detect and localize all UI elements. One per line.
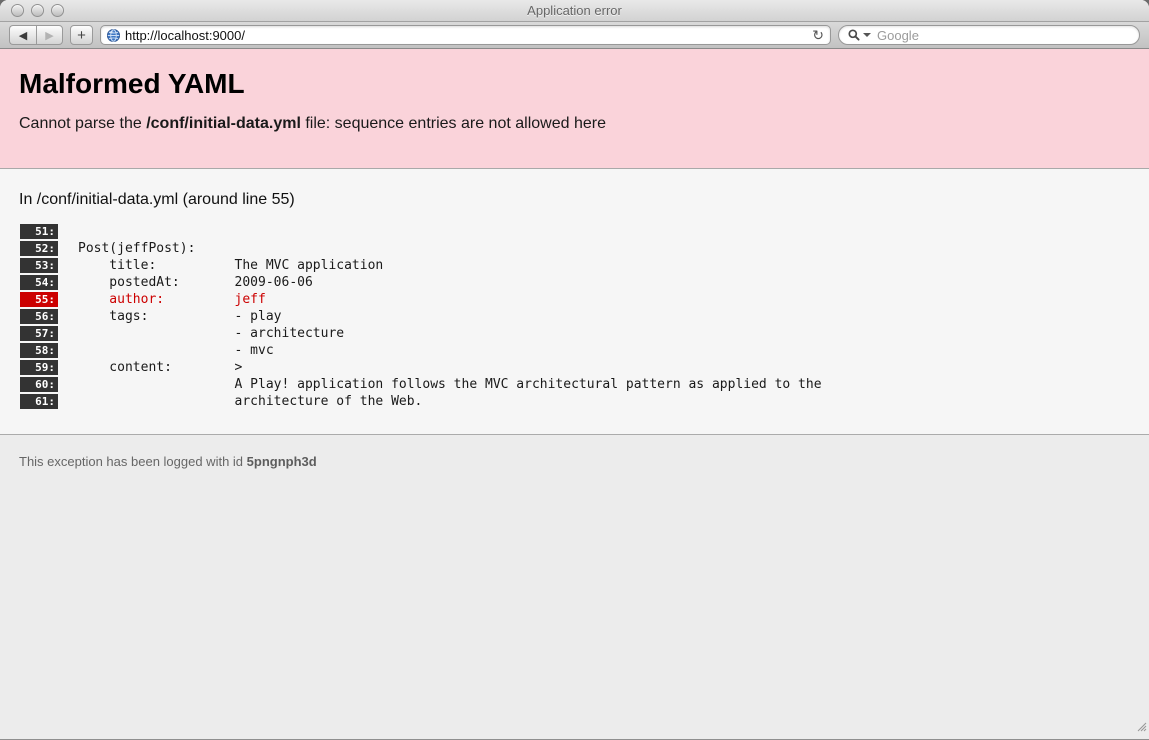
line-code-text: A Play! application follows the MVC arch… — [78, 377, 822, 392]
code-block: 51:52:Post(jeffPost):53: title: The MVC … — [20, 223, 1130, 410]
forward-button[interactable]: ▶ — [36, 25, 63, 45]
refresh-icon: ↻ — [812, 28, 824, 42]
error-message-prefix: Cannot parse the — [19, 115, 146, 132]
code-line: 59: content: > — [20, 359, 1130, 376]
log-id: 5pngnph3d — [247, 454, 317, 469]
code-line: 52: Post(jeffPost): — [20, 240, 1130, 257]
footer-section: This exception has been logged with id 5… — [0, 435, 1149, 739]
line-code-text: tags: - play — [78, 309, 282, 324]
error-banner: Malformed YAML Cannot parse the /conf/in… — [0, 49, 1149, 169]
search-icon — [848, 29, 860, 41]
line-code-text: architecture of the Web. — [78, 394, 422, 409]
line-number-badge: 52: — [20, 241, 58, 256]
back-button[interactable]: ◀ — [9, 25, 36, 45]
browser-window: Application error ◀ ▶ + http://localhost… — [0, 0, 1149, 740]
code-line: 51: — [20, 223, 1130, 240]
code-line: 57: - architecture — [20, 325, 1130, 342]
line-code-text: content: > — [78, 360, 242, 375]
line-number-badge: 53: — [20, 258, 58, 273]
line-number-badge: 59: — [20, 360, 58, 375]
line-code-text: - architecture — [78, 326, 344, 341]
browser-toolbar: ◀ ▶ + http://localhost:9000/ ↻ — [0, 22, 1149, 49]
line-number-badge: 60: — [20, 377, 58, 392]
line-code-text: author: jeff — [78, 292, 266, 307]
close-button[interactable] — [11, 4, 24, 17]
error-message-suffix: file: sequence entries are not allowed h… — [301, 115, 606, 132]
search-placeholder: Google — [877, 28, 919, 43]
resize-grip-icon[interactable] — [1135, 719, 1147, 737]
error-file-path: /conf/initial-data.yml — [146, 115, 301, 132]
address-bar[interactable]: http://localhost:9000/ ↻ — [100, 25, 831, 45]
code-line-error: 55: author: jeff — [20, 291, 1130, 308]
line-code-text: - mvc — [78, 343, 274, 358]
line-number-badge: 54: — [20, 275, 58, 290]
url-text[interactable]: http://localhost:9000/ — [125, 28, 807, 43]
error-message: Cannot parse the /conf/initial-data.yml … — [19, 114, 1130, 134]
refresh-button[interactable]: ↻ — [812, 28, 824, 42]
search-engine-dropdown-icon[interactable] — [863, 33, 871, 37]
globe-icon — [107, 29, 120, 42]
code-line: 61: architecture of the Web. — [20, 393, 1130, 410]
error-title: Malformed YAML — [19, 66, 1130, 102]
search-input[interactable]: Google — [838, 25, 1140, 45]
new-tab-button[interactable]: + — [70, 25, 93, 45]
window-title: Application error — [527, 3, 622, 18]
traffic-lights — [11, 4, 64, 17]
line-number-badge: 61: — [20, 394, 58, 409]
source-section: In /conf/initial-data.yml (around line 5… — [0, 169, 1149, 435]
zoom-button[interactable] — [51, 4, 64, 17]
line-number-badge: 58: — [20, 343, 58, 358]
code-line: 60: A Play! application follows the MVC … — [20, 376, 1130, 393]
exception-log-message: This exception has been logged with id 5… — [19, 454, 1130, 469]
line-code-text: Post(jeffPost): — [78, 241, 195, 256]
code-line: 58: - mvc — [20, 342, 1130, 359]
title-bar[interactable]: Application error — [0, 0, 1149, 22]
log-message-prefix: This exception has been logged with id — [19, 454, 247, 469]
line-number-badge: 56: — [20, 309, 58, 324]
back-icon: ◀ — [19, 29, 27, 42]
line-code-text: title: The MVC application — [78, 258, 383, 273]
page-content: Malformed YAML Cannot parse the /conf/in… — [0, 49, 1149, 739]
minimize-button[interactable] — [31, 4, 44, 17]
line-number-badge: 57: — [20, 326, 58, 341]
forward-icon: ▶ — [45, 29, 53, 42]
code-line: 53: title: The MVC application — [20, 257, 1130, 274]
source-heading: In /conf/initial-data.yml (around line 5… — [19, 191, 1130, 209]
nav-buttons: ◀ ▶ — [9, 25, 63, 45]
line-code-text: postedAt: 2009-06-06 — [78, 275, 313, 290]
line-number-badge: 51: — [20, 224, 58, 239]
code-line: 56: tags: - play — [20, 308, 1130, 325]
code-line: 54: postedAt: 2009-06-06 — [20, 274, 1130, 291]
new-tab-icon: + — [77, 27, 86, 44]
line-number-badge: 55: — [20, 292, 58, 307]
